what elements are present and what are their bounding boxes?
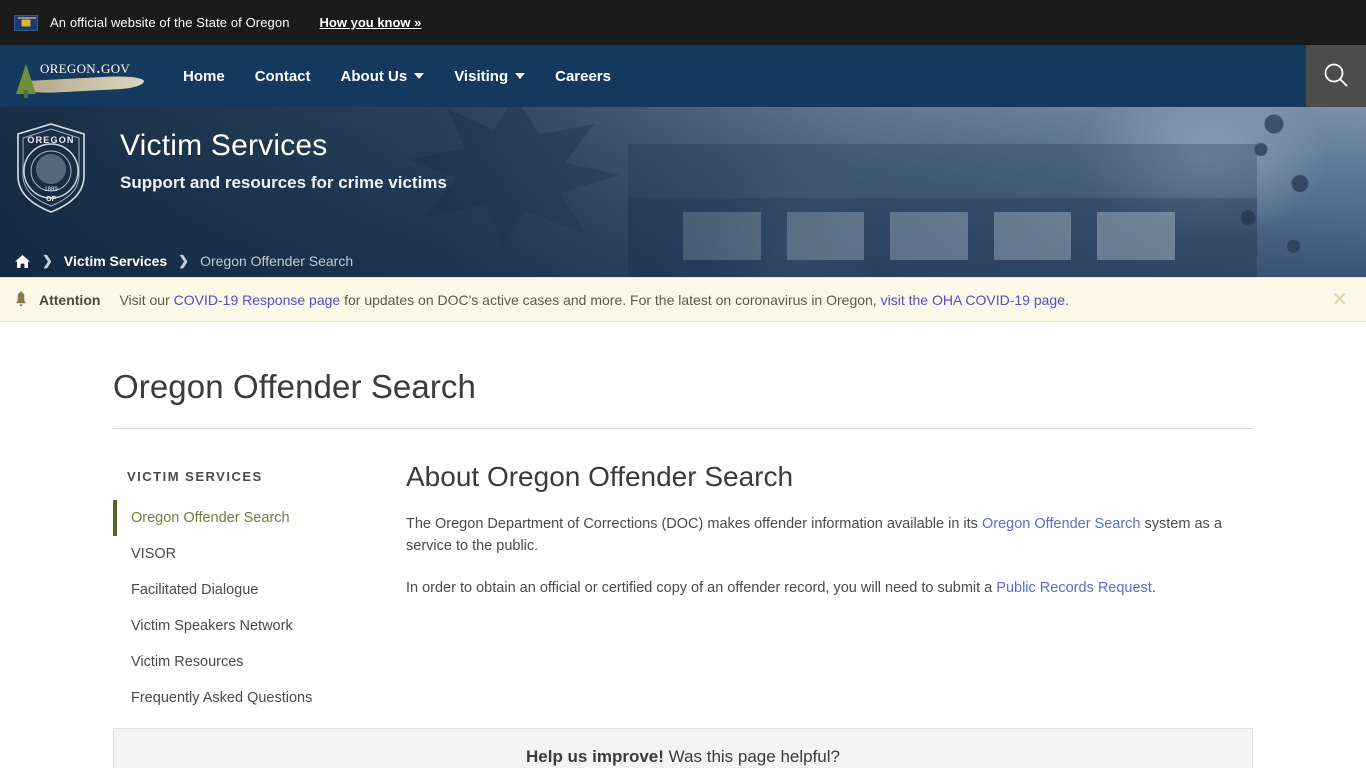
content-columns: Victim Services Oregon Offender Search V… xyxy=(113,429,1253,716)
content-heading: About Oregon Offender Search xyxy=(406,461,794,492)
breadcrumb: ❯ Victim Services ❯ Oregon Offender Sear… xyxy=(14,253,353,269)
feedback-bold-text: Help us improve! xyxy=(525,747,664,766)
close-icon[interactable]: ✕ xyxy=(1331,290,1348,310)
official-site-text: An official website of the State of Oreg… xyxy=(50,15,290,30)
covid-response-link[interactable]: COVID-19 Response page xyxy=(174,292,341,308)
alert-label: Attention xyxy=(39,291,101,308)
sidebar-item-facilitated-dialogue[interactable]: Facilitated Dialogue xyxy=(113,572,405,608)
sidebar-heading: Victim Services xyxy=(127,469,263,484)
seal-year: 1889 xyxy=(44,187,58,193)
sidebar-item-victim-speakers-network[interactable]: Victim Speakers Network xyxy=(113,608,405,644)
alert-message: Visit our COVID-19 Response page for upd… xyxy=(119,292,1068,308)
oregon-doc-seal: OREGON 1889 OF xyxy=(14,121,88,215)
bell-icon xyxy=(14,291,28,308)
sidebar-item-frequently-asked-questions[interactable]: Frequently Asked Questions xyxy=(113,680,405,716)
hero-banner: OREGON 1889 OF Victim Services Support a… xyxy=(0,107,1366,277)
oregon-state-flag-icon xyxy=(14,14,38,31)
chevron-down-icon xyxy=(414,73,425,79)
how-you-know-link[interactable]: How you know » xyxy=(320,15,422,30)
breadcrumb-separator: ❯ xyxy=(42,253,53,268)
paragraph-1-text-a: The Oregon Department of Corrections (DO… xyxy=(406,516,982,532)
breadcrumb-parent-link[interactable]: Victim Services xyxy=(64,253,167,269)
svg-text:OF: OF xyxy=(46,196,56,203)
main-navbar: Oregon.gov Home Contact About Us Visitin… xyxy=(0,45,1366,107)
nav-item-home-label: Home xyxy=(183,67,225,85)
oha-covid-link[interactable]: visit the OHA COVID-19 page xyxy=(881,292,1065,308)
search-icon xyxy=(1324,63,1348,87)
search-button[interactable] xyxy=(1306,45,1366,107)
hero-title: Victim Services xyxy=(120,129,328,162)
breadcrumb-current: Oregon Offender Search xyxy=(200,253,354,269)
content-paragraph-1: The Oregon Department of Corrections (DO… xyxy=(406,513,1253,558)
sidebar-nav: Victim Services Oregon Offender Search V… xyxy=(113,461,405,716)
official-site-bar: An official website of the State of Oreg… xyxy=(0,0,1366,45)
brand-wordmark: Oregon.gov xyxy=(40,57,131,78)
main-content: About Oregon Offender Search The Oregon … xyxy=(405,461,1253,716)
nav-item-careers[interactable]: Careers xyxy=(540,58,626,95)
feedback-question: Was this page helpful? xyxy=(663,747,840,766)
oregon-offender-search-link[interactable]: Oregon Offender Search xyxy=(982,516,1141,532)
breadcrumb-separator: ❯ xyxy=(178,253,190,268)
feedback-box: Help us improve! Was this page helpful? xyxy=(113,728,1253,768)
nav-item-about-us-label: About Us xyxy=(340,67,408,85)
sidebar-item-victim-resources[interactable]: Victim Resources xyxy=(113,644,405,680)
sidebar-item-oregon-offender-search[interactable]: Oregon Offender Search xyxy=(113,500,405,536)
content-paragraph-2: In order to obtain an official or certif… xyxy=(406,577,1253,599)
page-title: Oregon Offender Search xyxy=(113,322,1253,429)
nav-item-contact-label: Contact xyxy=(254,67,311,85)
nav-links: Home Contact About Us Visiting Careers xyxy=(168,58,626,95)
chevron-down-icon xyxy=(515,73,526,79)
seal-top-text: OREGON xyxy=(27,135,74,145)
alert-text-2: for updates on DOC's active cases and mo… xyxy=(340,291,881,308)
alert-text-3: . xyxy=(1065,291,1069,308)
home-icon[interactable] xyxy=(14,254,31,269)
page-content: Oregon Offender Search Victim Services O… xyxy=(0,322,1366,716)
alert-text-1: Visit our xyxy=(119,291,174,308)
hero-subtitle: Support and resources for crime victims xyxy=(120,173,447,192)
public-records-request-link[interactable]: Public Records Request xyxy=(996,580,1152,596)
sidebar-item-visor[interactable]: VISOR xyxy=(113,536,405,572)
tree-trunk-graphic xyxy=(24,90,28,98)
nav-item-visiting-label: Visiting xyxy=(454,67,509,85)
nav-item-visiting[interactable]: Visiting xyxy=(439,58,540,95)
oregon-gov-logo[interactable]: Oregon.gov xyxy=(14,54,146,98)
nav-item-home[interactable]: Home xyxy=(168,58,240,95)
nav-item-careers-label: Careers xyxy=(555,67,611,85)
attention-alert-banner: Attention Visit our COVID-19 Response pa… xyxy=(0,277,1366,322)
paragraph-2-text-a: In order to obtain an official or certif… xyxy=(406,579,997,596)
paragraph-2-text-b: . xyxy=(1151,579,1156,596)
nav-item-contact[interactable]: Contact xyxy=(240,58,326,95)
nav-item-about-us[interactable]: About Us xyxy=(326,58,440,95)
